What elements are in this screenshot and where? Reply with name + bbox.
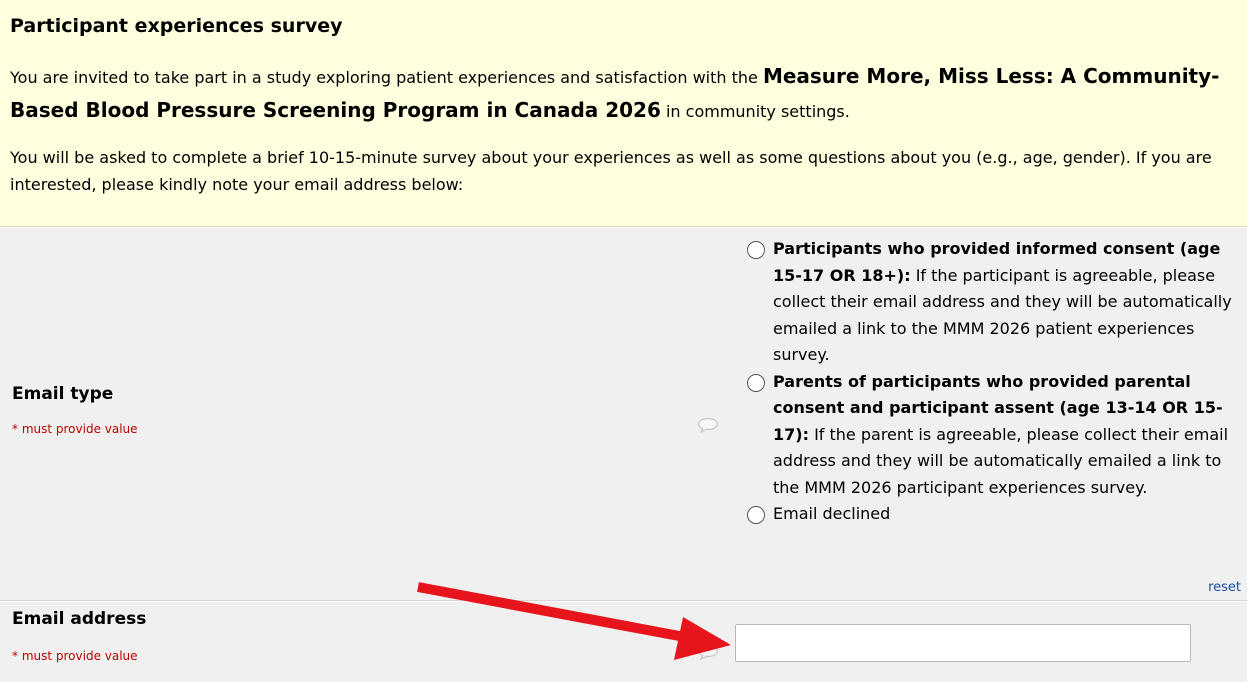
- radio-parent[interactable]: [747, 373, 765, 392]
- intro-suffix: in community settings.: [660, 102, 850, 121]
- survey-intro: You are invited to take part in a study …: [10, 60, 1237, 128]
- email-address-input[interactable]: [735, 624, 1191, 662]
- survey-title: Participant experiences survey: [10, 15, 343, 37]
- option-declined-text: Email declined: [773, 504, 891, 523]
- radio-participant[interactable]: [747, 241, 765, 259]
- email-address-required-note: * must provide value: [12, 649, 138, 663]
- email-type-option-participant[interactable]: Participants who provided informed conse…: [747, 236, 1242, 369]
- comment-bubble-icon[interactable]: [697, 644, 719, 660]
- email-type-label: Email type: [12, 384, 114, 404]
- email-type-required-note: * must provide value: [12, 422, 138, 436]
- email-type-option-declined[interactable]: Email declined: [747, 501, 1242, 528]
- survey-details: You will be asked to complete a brief 10…: [10, 148, 1212, 194]
- reset-link[interactable]: reset: [1208, 580, 1241, 595]
- survey-header: Participant experiences survey You are i…: [0, 0, 1247, 227]
- intro-prefix: You are invited to take part in a study …: [10, 68, 763, 87]
- radio-declined[interactable]: [747, 506, 765, 524]
- email-type-option-parent[interactable]: Parents of participants who provided par…: [747, 369, 1242, 502]
- email-address-label: Email address: [12, 609, 147, 629]
- option-parent-text: If the parent is agreeable, please colle…: [773, 424, 1229, 497]
- email-type-row: Email type * must provide value Particip…: [0, 228, 1247, 601]
- comment-bubble-icon[interactable]: [697, 417, 719, 433]
- email-address-row: Email address * must provide value: [0, 602, 1247, 682]
- email-type-options: Participants who provided informed conse…: [747, 236, 1242, 528]
